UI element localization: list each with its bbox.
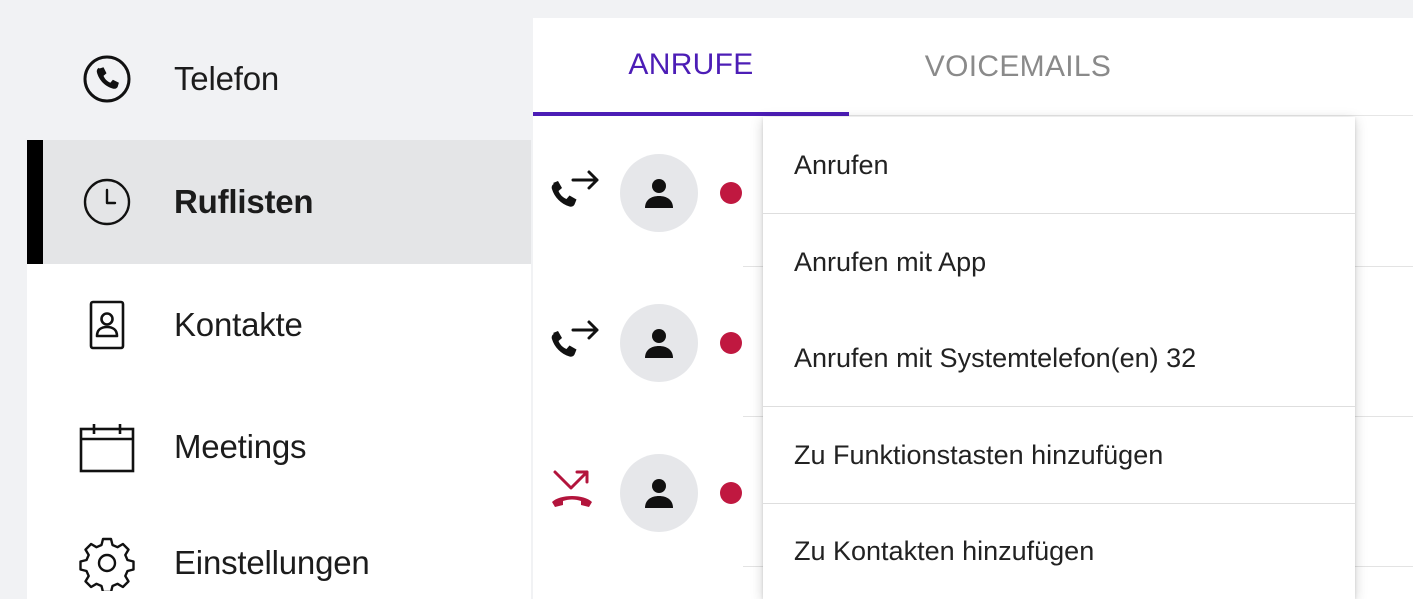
sidebar: Telefon Ruflisten Kontakte Meetings Eins…	[27, 18, 531, 599]
status-dot	[720, 332, 742, 354]
menu-item-anrufen[interactable]: Anrufen	[763, 117, 1355, 213]
person-icon	[645, 479, 673, 508]
tab-voicemails[interactable]: VOICEMAILS	[863, 18, 1173, 116]
status-dot	[720, 482, 742, 504]
status-dot	[720, 182, 742, 204]
clock-icon	[79, 174, 135, 230]
outgoing-call-icon	[549, 316, 603, 364]
menu-item-zu-kontakten[interactable]: Zu Kontakten hinzufügen	[763, 504, 1355, 599]
gear-icon	[79, 535, 135, 591]
sidebar-item-label: Telefon	[174, 60, 280, 97]
sidebar-item-meetings[interactable]: Meetings	[27, 386, 531, 508]
sidebar-item-label: Meetings	[174, 428, 307, 465]
outgoing-call-icon	[549, 166, 603, 214]
tab-bar: ANRUFE VOICEMAILS	[533, 18, 1413, 116]
contact-card-icon	[79, 297, 135, 353]
context-menu: Anrufen Anrufen mit App Anrufen mit Syst…	[763, 117, 1355, 599]
sidebar-item-label: Einstellungen	[174, 544, 370, 581]
avatar	[620, 304, 698, 382]
menu-item-zu-funktionstasten[interactable]: Zu Funktionstasten hinzufügen	[763, 407, 1355, 503]
menu-item-anrufen-mit-app[interactable]: Anrufen mit App	[763, 214, 1355, 310]
avatar	[620, 454, 698, 532]
sidebar-item-ruflisten[interactable]: Ruflisten	[27, 140, 531, 264]
tab-anrufe[interactable]: ANRUFE	[533, 18, 849, 116]
sidebar-item-telefon[interactable]: Telefon	[27, 18, 531, 140]
calendar-icon	[79, 419, 135, 475]
sidebar-item-einstellungen[interactable]: Einstellungen	[27, 508, 531, 599]
sidebar-item-kontakte[interactable]: Kontakte	[27, 264, 531, 386]
phone-icon	[79, 51, 135, 107]
missed-call-icon	[549, 466, 603, 514]
sidebar-item-label: Kontakte	[174, 306, 303, 343]
menu-item-anrufen-mit-systemtelefon[interactable]: Anrufen mit Systemtelefon(en) 32	[763, 310, 1355, 406]
person-icon	[645, 329, 673, 358]
sidebar-item-label: Ruflisten	[174, 183, 314, 220]
person-icon	[645, 179, 673, 208]
avatar	[620, 154, 698, 232]
